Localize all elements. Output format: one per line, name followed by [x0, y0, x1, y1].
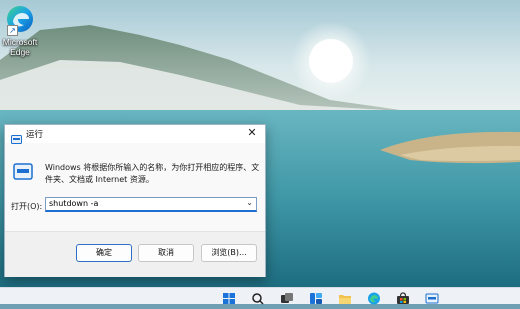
dialog-description: Windows 将根据你所输入的名称，为你打开相应的程序、文件夹、文档或 Int…	[45, 163, 260, 184]
dialog-title: 运行	[26, 130, 44, 140]
open-input[interactable]: shutdown -a ⌄	[45, 197, 257, 212]
open-label: 打开(O):	[11, 202, 43, 211]
run-icon	[13, 163, 33, 181]
task-view-icon[interactable]	[280, 290, 294, 303]
run-app-icon	[11, 129, 22, 144]
cancel-button[interactable]: 取消	[138, 244, 194, 262]
desktop-icon-edge[interactable]: ↗ Microsoft Edge	[0, 4, 40, 57]
start-button-icon[interactable]	[222, 290, 236, 304]
run-app-icon[interactable]	[425, 290, 439, 304]
close-button[interactable]: ✕	[245, 126, 259, 140]
edge-icon: ↗	[5, 4, 35, 36]
taskbar	[0, 287, 520, 305]
browse-button[interactable]: 浏览(B)...	[201, 244, 257, 262]
ok-button[interactable]: 确定	[76, 244, 132, 262]
widgets-icon[interactable]	[309, 290, 323, 304]
desktop-icon-label: Microsoft Edge	[2, 37, 38, 57]
search-icon[interactable]	[251, 290, 265, 305]
run-dialog: 运行 ✕ Windows 将根据你所输入的名称，为你打开相应的程序、文件夹、文档…	[4, 124, 266, 277]
file-explorer-icon[interactable]	[338, 290, 352, 304]
chevron-down-icon[interactable]: ⌄	[246, 198, 253, 207]
dialog-titlebar[interactable]: 运行 ✕	[5, 125, 265, 144]
store-icon[interactable]	[396, 290, 410, 304]
shortcut-arrow-icon: ↗	[7, 25, 18, 36]
edge-icon[interactable]	[367, 290, 381, 305]
open-input-value[interactable]: shutdown -a	[49, 199, 98, 208]
dialog-button-bar: 确定 取消 浏览(B)...	[5, 231, 265, 277]
